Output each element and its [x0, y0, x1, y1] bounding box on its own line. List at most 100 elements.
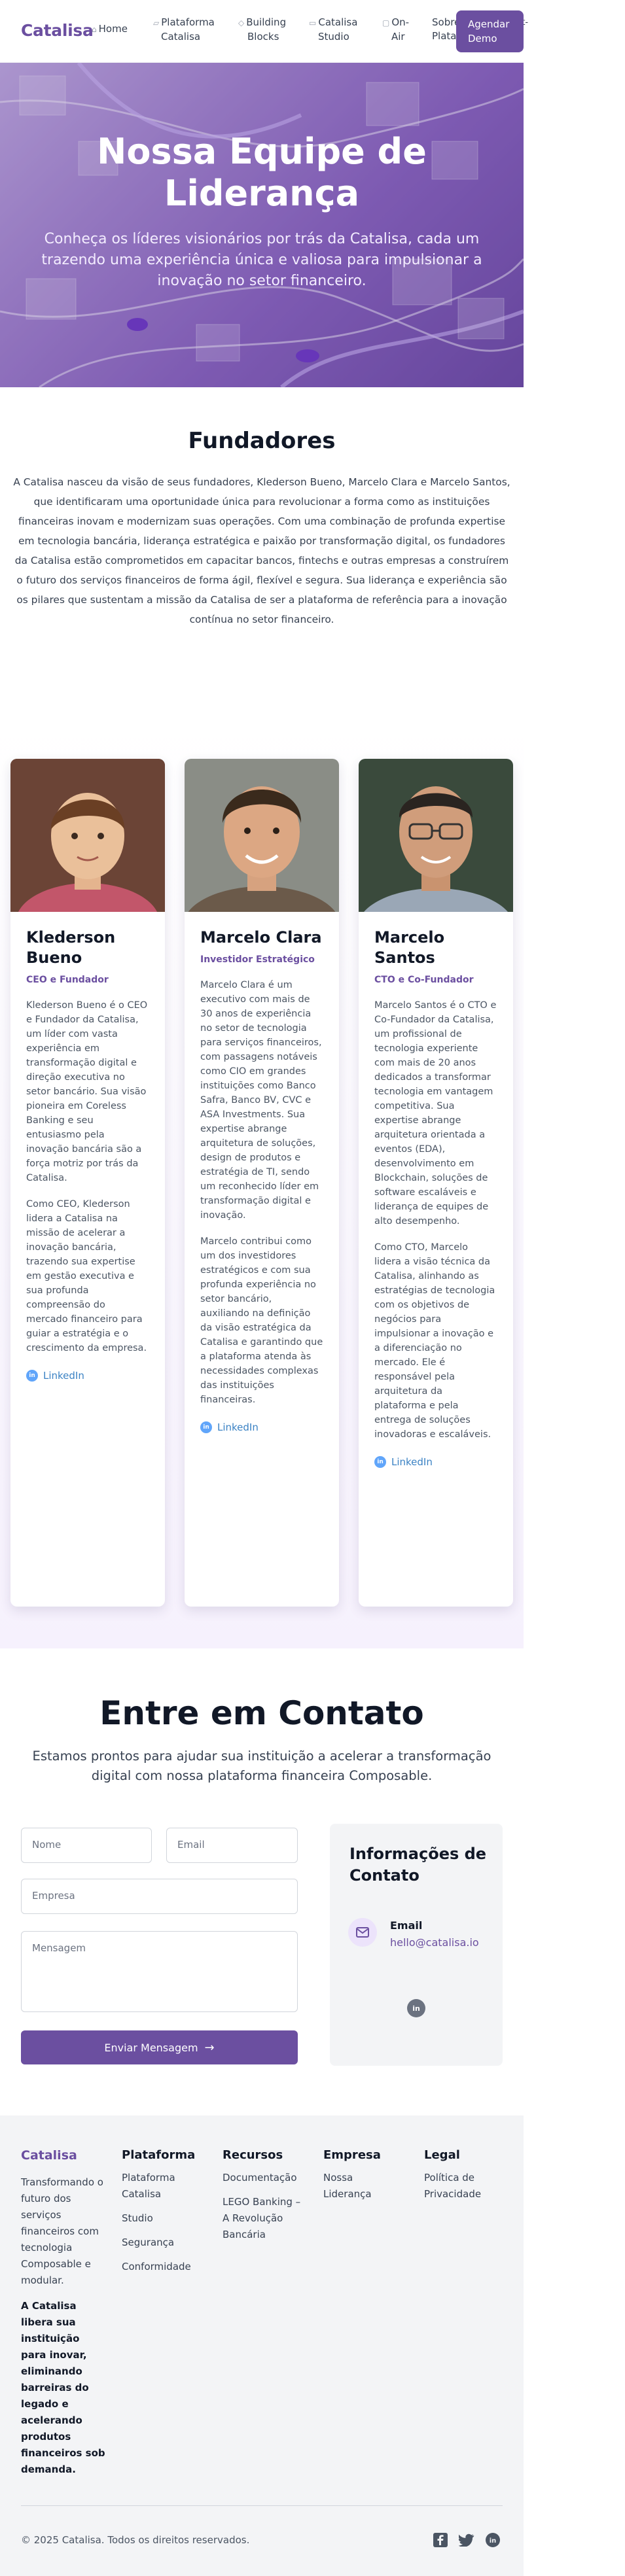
team-card-marcelo-santos: Marcelo Santos CTO e Co-Fundador Marcelo… [359, 759, 513, 1607]
founders-paragraph: A Catalisa nasceu da visão de seus funda… [13, 476, 510, 625]
footer-link[interactable]: Conformidade [122, 2259, 213, 2275]
blocks-icon: ◇ [238, 18, 245, 27]
nav-home[interactable]: ⌂ Home [92, 22, 128, 37]
nav-label: Plataforma [161, 16, 215, 28]
footer-brand[interactable]: Catalisa [21, 2148, 106, 2163]
send-message-label: Enviar Mensagem [104, 2041, 198, 2054]
linkedin-link[interactable]: in LinkedIn [200, 1421, 323, 1433]
footer-column-title: Recursos [223, 2148, 283, 2162]
footer-link[interactable]: Studio [122, 2210, 213, 2227]
email-label: Email [390, 1919, 423, 1932]
footer-column-plataforma: Plataforma Plataforma Catalisa Studio Se… [122, 2148, 213, 2275]
email-link[interactable]: hello@catalisa.io [390, 1936, 479, 1949]
member-bio: Como CEO, Klederson lidera a Catalisa na… [26, 1199, 147, 1353]
hero-title-line: Liderança [164, 173, 360, 214]
linkedin-icon: in [374, 1456, 386, 1468]
member-name: Klederson Bueno [26, 928, 116, 967]
member-bio: Marcelo Santos é o CTO e Co-Fundador da … [374, 1000, 497, 1227]
twitter-icon[interactable] [458, 2532, 475, 2549]
schedule-demo-button[interactable]: Agendar Demo [456, 10, 524, 52]
footer-link[interactable]: Plataforma Catalisa [122, 2170, 194, 2202]
contact-info-title: Informações de Contato [349, 1845, 487, 1885]
copyright: © 2025 Catalisa. Todos os direitos reser… [21, 2534, 250, 2546]
linkedin-label: LinkedIn [43, 1370, 84, 1382]
company-placeholder: Empresa [32, 1890, 75, 1902]
footer-column-title: Legal [424, 2148, 460, 2162]
avatar [10, 759, 165, 962]
linkedin-glyph: in [486, 2533, 500, 2547]
nav-on-air[interactable]: ▢ On- Air [382, 16, 409, 44]
member-role: CTO e Co-Fundador [374, 975, 474, 985]
home-icon: ⌂ [92, 25, 97, 34]
page: Catalisa ⌂ Home ▱ Plataforma Catalisa ◇ Bui… [0, 0, 528, 2576]
twitter-glyph [459, 2533, 474, 2547]
svg-text:in: in [490, 2537, 497, 2545]
linkedin-icon[interactable]: in [407, 1999, 425, 2017]
hero-section: Nossa Equipe de Liderança Conheça os líd… [0, 63, 524, 387]
linkedin-icon: in [26, 1370, 38, 1382]
member-bio: Klederson Bueno é o CEO e Fundador da Ca… [26, 1000, 148, 1183]
portrait-marcelo-santos [359, 759, 513, 967]
facebook-icon[interactable] [432, 2532, 449, 2549]
member-bio: Como CTO, Marcelo lidera a visão técnica… [374, 1242, 495, 1440]
footer-column-legal: Legal Política de Privacidade [424, 2148, 509, 2202]
card-body: Marcelo Clara Investidor Estratégico Mar… [185, 912, 339, 1446]
contact-heading: Entre em Contato [99, 1694, 424, 1732]
hero-subtitle: Conheça os líderes visionários por trás … [41, 231, 482, 289]
linkedin-label: LinkedIn [391, 1456, 433, 1468]
portrait-klederson [10, 759, 165, 962]
send-message-button[interactable]: Enviar Mensagem → [21, 2030, 298, 2064]
nav-label: Catalisa [318, 16, 358, 28]
hero-title: Nossa Equipe de Liderança [0, 131, 524, 215]
footer-column-recursos: Recursos Documentação LEGO Banking – A R… [223, 2148, 314, 2243]
schedule-demo-label: Agendar [468, 18, 510, 30]
company-field[interactable]: Empresa [21, 1879, 298, 1914]
member-role: CEO e Fundador [26, 975, 109, 985]
linkedin-icon[interactable]: in [484, 2532, 501, 2549]
contact-subtitle: Estamos prontos para ajudar sua institui… [32, 1749, 491, 1783]
member-bio: Marcelo Clara é um executivo com mais de… [200, 980, 322, 1221]
name-field[interactable]: Nome [21, 1828, 152, 1863]
contact-info-panel: Informações de Contato Email hello@catal… [330, 1824, 503, 2066]
founders-heading: Fundadores [188, 428, 336, 454]
linkedin-link[interactable]: in LinkedIn [374, 1456, 497, 1468]
footer-link[interactable]: Política de Privacidade [424, 2170, 496, 2202]
portrait-marcelo-clara [185, 759, 339, 965]
site-footer: Catalisa Transformando o futuro dos serv… [0, 2115, 524, 2576]
footer-link[interactable]: Nossa Liderança [323, 2170, 382, 2202]
footer-link[interactable]: Documentação [223, 2170, 314, 2186]
linkedin-link[interactable]: in LinkedIn [26, 1370, 149, 1382]
footer-link[interactable]: Segurança [122, 2235, 213, 2251]
nav-building-blocks[interactable]: ◇ Building Blocks [238, 16, 286, 44]
arrow-right-icon: → [204, 2040, 215, 2055]
linkedin-label: LinkedIn [217, 1421, 259, 1433]
team-card-marcelo-clara: Marcelo Clara Investidor Estratégico Mar… [185, 759, 339, 1607]
avatar [359, 759, 513, 967]
footer-column-title: Empresa [323, 2148, 381, 2162]
layers-icon: ▱ [153, 18, 160, 27]
member-bio: Marcelo contribui como um dos investidor… [200, 1236, 323, 1405]
hero-title-line: Nossa Equipe de [97, 131, 427, 172]
member-name: Marcelo Santos [374, 928, 445, 967]
message-placeholder: Mensagem [32, 1942, 86, 1954]
nav-plataforma-catalisa[interactable]: ▱ Plataforma Catalisa [153, 16, 215, 44]
nav-label: Catalisa [161, 31, 201, 43]
nav-catalisa-studio[interactable]: ▭ Catalisa Studio [309, 16, 357, 44]
footer-link[interactable]: LEGO Banking – A Revolução Bancária [223, 2194, 304, 2243]
footer-column-title: Plataforma [122, 2148, 196, 2162]
nav-label: Air [391, 31, 405, 43]
radio-icon: ▢ [382, 18, 390, 27]
footer-brand-column: Catalisa Transformando o futuro dos serv… [21, 2148, 106, 2478]
email-field[interactable]: Email [166, 1828, 298, 1863]
hero-overlay [0, 63, 524, 387]
linkedin-icon: in [200, 1421, 212, 1433]
footer-column-empresa: Empresa Nossa Liderança [323, 2148, 402, 2202]
facebook-glyph [433, 2533, 448, 2547]
nav-label: Studio [318, 31, 349, 43]
brand-logo[interactable]: Catalisa [21, 21, 94, 40]
studio-icon: ▭ [309, 18, 317, 27]
email-placeholder: Email [177, 1839, 205, 1851]
card-body: Klederson Bueno CEO e Fundador Klederson… [10, 912, 165, 1395]
message-field[interactable]: Mensagem [21, 1931, 298, 2012]
mail-icon [348, 1918, 377, 1947]
